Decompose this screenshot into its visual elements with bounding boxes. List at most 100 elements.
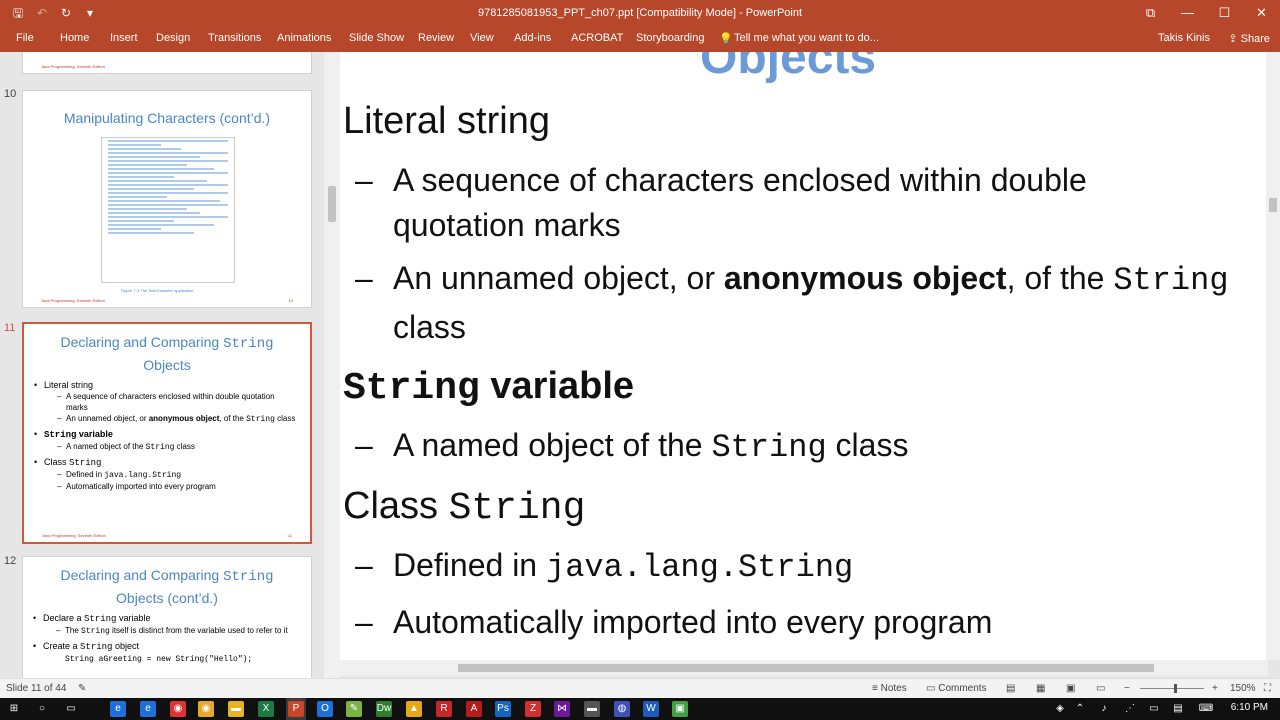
tab-add-ins[interactable]: Add-ins bbox=[514, 32, 551, 44]
slide-subbullet: – An unnamed object, or anonymous object,… bbox=[355, 260, 1229, 299]
minimize-icon[interactable]: — bbox=[1169, 0, 1206, 28]
clock[interactable]: 6:10 PM bbox=[1231, 702, 1268, 713]
zoom-level[interactable]: 150% bbox=[1230, 683, 1256, 694]
window-title: 9781285081953_PPT_ch07.ppt [Compatibilit… bbox=[477, 7, 803, 19]
slide-number: 12 bbox=[4, 555, 17, 567]
action-center-icon[interactable]: ▤ bbox=[1170, 701, 1186, 717]
network-icon[interactable]: ⋰ bbox=[1122, 701, 1138, 717]
slide-subbullet-cont: quotation marks bbox=[393, 207, 621, 243]
thumb-subbullet: An unnamed object, or anonymous object, … bbox=[57, 413, 298, 425]
battery-icon[interactable]: ▭ bbox=[1146, 701, 1162, 717]
chrome-icon[interactable]: ◉ bbox=[170, 701, 186, 717]
tab-review[interactable]: Review bbox=[418, 32, 454, 44]
comments-button[interactable]: ▭ Comments bbox=[926, 683, 987, 694]
slide-editing-area[interactable]: Objects Literal string – A sequence of ch… bbox=[340, 52, 1268, 660]
slide-thumbnail-11[interactable]: Declaring and Comparing String Objects L… bbox=[22, 322, 312, 544]
tab-transitions[interactable]: Transitions bbox=[208, 32, 261, 44]
app-icon[interactable]: ▬ bbox=[584, 701, 600, 717]
show-hidden-icons-icon[interactable]: ⌃ bbox=[1072, 701, 1088, 717]
search-icon[interactable]: ○ bbox=[34, 701, 50, 717]
slide-number: 11 bbox=[4, 322, 16, 334]
dreamweaver-icon[interactable]: Dw bbox=[376, 701, 392, 717]
tab-home[interactable]: Home bbox=[60, 32, 89, 44]
notes-button[interactable]: ≡ Notes bbox=[872, 683, 907, 694]
slide-horizontal-scrollbar[interactable] bbox=[340, 660, 1268, 676]
tab-slide-show[interactable]: Slide Show bbox=[349, 32, 404, 44]
thumb-subbullet: Defined in java.lang.String bbox=[57, 469, 298, 481]
horizontal-scrollbar-thumb[interactable] bbox=[458, 664, 1154, 672]
ie-icon[interactable]: e bbox=[140, 701, 156, 717]
panel-scrollbar-thumb[interactable] bbox=[328, 186, 336, 222]
visual-studio-icon[interactable]: ⋈ bbox=[554, 701, 570, 717]
notepad-icon[interactable]: ✎ bbox=[346, 701, 362, 717]
tell-me-box[interactable]: Tell me what you want to do... bbox=[734, 32, 879, 44]
slide-number: 10 bbox=[4, 88, 17, 100]
share-button[interactable]: ⇪ Share bbox=[1228, 32, 1270, 45]
vertical-scrollbar-thumb[interactable] bbox=[1269, 198, 1277, 212]
task-view-icon[interactable]: ▭ bbox=[63, 701, 79, 717]
tab-design[interactable]: Design bbox=[156, 32, 190, 44]
slide-counter: Slide 11 of 44 bbox=[6, 683, 67, 694]
file-explorer-icon[interactable]: ▬ bbox=[228, 701, 244, 717]
window-controls: ⧉ — ☐ ✕ bbox=[1132, 0, 1280, 28]
thumb-bullet: String variable bbox=[34, 428, 310, 441]
excel-icon[interactable]: X bbox=[258, 701, 274, 717]
slide-thumbnail-10[interactable]: Manipulating Characters (cont’d.) Figure… bbox=[22, 90, 312, 308]
maximize-icon[interactable]: ☐ bbox=[1206, 0, 1243, 28]
windows-taskbar: ⊞ ○ ▭ e e ◉ ◉ ▬ X P O ✎ Dw ▲ R A Ps Z ⋈ … bbox=[0, 698, 1280, 720]
reading-view-icon[interactable]: ▣ bbox=[1066, 683, 1075, 694]
normal-view-icon[interactable]: ▤ bbox=[1006, 683, 1015, 694]
slide-bullet: Literal string bbox=[343, 100, 550, 142]
slide-thumbnail-panel: Java Programming, Seventh Edition 10 Man… bbox=[0, 52, 328, 678]
close-icon[interactable]: ✕ bbox=[1243, 0, 1280, 28]
slide-thumbnail-9[interactable]: Java Programming, Seventh Edition bbox=[22, 52, 312, 74]
panel-scrollbar[interactable] bbox=[324, 52, 340, 678]
lightbulb-icon: 💡 bbox=[719, 33, 733, 45]
tab-storyboarding[interactable]: Storyboarding bbox=[636, 32, 705, 44]
fit-to-window-icon[interactable]: ⛶ bbox=[1264, 683, 1271, 694]
thumb-title: Manipulating Characters (cont’d.) bbox=[63, 110, 271, 126]
r-app-icon[interactable]: R bbox=[436, 701, 452, 717]
word-icon[interactable]: W bbox=[643, 701, 659, 717]
ribbon-display-icon[interactable]: ⧉ bbox=[1132, 0, 1169, 28]
vlc-icon[interactable]: ▲ bbox=[406, 701, 422, 717]
slide-sorter-icon[interactable]: ▦ bbox=[1036, 683, 1045, 694]
slide-vertical-scrollbar[interactable] bbox=[1266, 52, 1280, 660]
keyboard-icon[interactable]: ⌨ bbox=[1198, 701, 1214, 717]
slide-bullet: Class String bbox=[343, 485, 586, 530]
user-name[interactable]: Takis Kinis bbox=[1158, 32, 1210, 44]
tab-animations[interactable]: Animations bbox=[277, 32, 331, 44]
slide-subbullet: – Defined in java.lang.String bbox=[355, 547, 854, 586]
tab-acrobat[interactable]: ACROBAT bbox=[571, 32, 623, 44]
tab-insert[interactable]: Insert bbox=[110, 32, 138, 44]
app-icon[interactable]: ◍ bbox=[614, 701, 630, 717]
zoom-out-icon[interactable]: − bbox=[1124, 683, 1130, 694]
share-icon: ⇪ bbox=[1228, 33, 1241, 45]
edge-icon[interactable]: e bbox=[110, 701, 126, 717]
chrome-canary-icon[interactable]: ◉ bbox=[198, 701, 214, 717]
thumb-subbullet: A sequence of characters enclosed within… bbox=[57, 391, 298, 413]
tray-app-icon[interactable]: ◈ bbox=[1052, 701, 1068, 717]
volume-icon[interactable]: ♪ bbox=[1096, 701, 1112, 717]
acrobat-icon[interactable]: A bbox=[466, 701, 482, 717]
thumb-subbullet: A named object of the String class bbox=[57, 441, 298, 453]
app-icon[interactable]: ▣ bbox=[672, 701, 688, 717]
tab-file[interactable]: File bbox=[16, 32, 34, 44]
zoom-slider[interactable] bbox=[1140, 688, 1204, 689]
photoshop-icon[interactable]: Ps bbox=[495, 701, 511, 717]
outlook-icon[interactable]: O bbox=[317, 701, 333, 717]
powerpoint-icon[interactable]: P bbox=[288, 701, 304, 717]
slideshow-icon[interactable]: ▭ bbox=[1096, 683, 1105, 694]
zoom-slider-handle[interactable] bbox=[1174, 684, 1177, 693]
filezilla-icon[interactable]: Z bbox=[525, 701, 541, 717]
slide-thumbnail-12[interactable]: Declaring and Comparing String Objects (… bbox=[22, 556, 312, 678]
figure-caption: Figure 7-3 The TestCharacter application bbox=[121, 288, 194, 293]
zoom-in-icon[interactable]: + bbox=[1212, 683, 1218, 694]
windows-start-icon[interactable]: ⊞ bbox=[6, 701, 22, 717]
thumb-subbullet: Automatically imported into every progra… bbox=[57, 481, 298, 492]
spelling-icon[interactable]: ✎ bbox=[78, 683, 86, 694]
slide-subbullet: – A sequence of characters enclosed withi… bbox=[355, 162, 1087, 198]
thumb-code-line: String aGreeting = new String("Hello"); bbox=[65, 655, 253, 664]
tab-view[interactable]: View bbox=[470, 32, 494, 44]
thumb-subbullet: The String itself is distinct from the v… bbox=[56, 625, 299, 637]
